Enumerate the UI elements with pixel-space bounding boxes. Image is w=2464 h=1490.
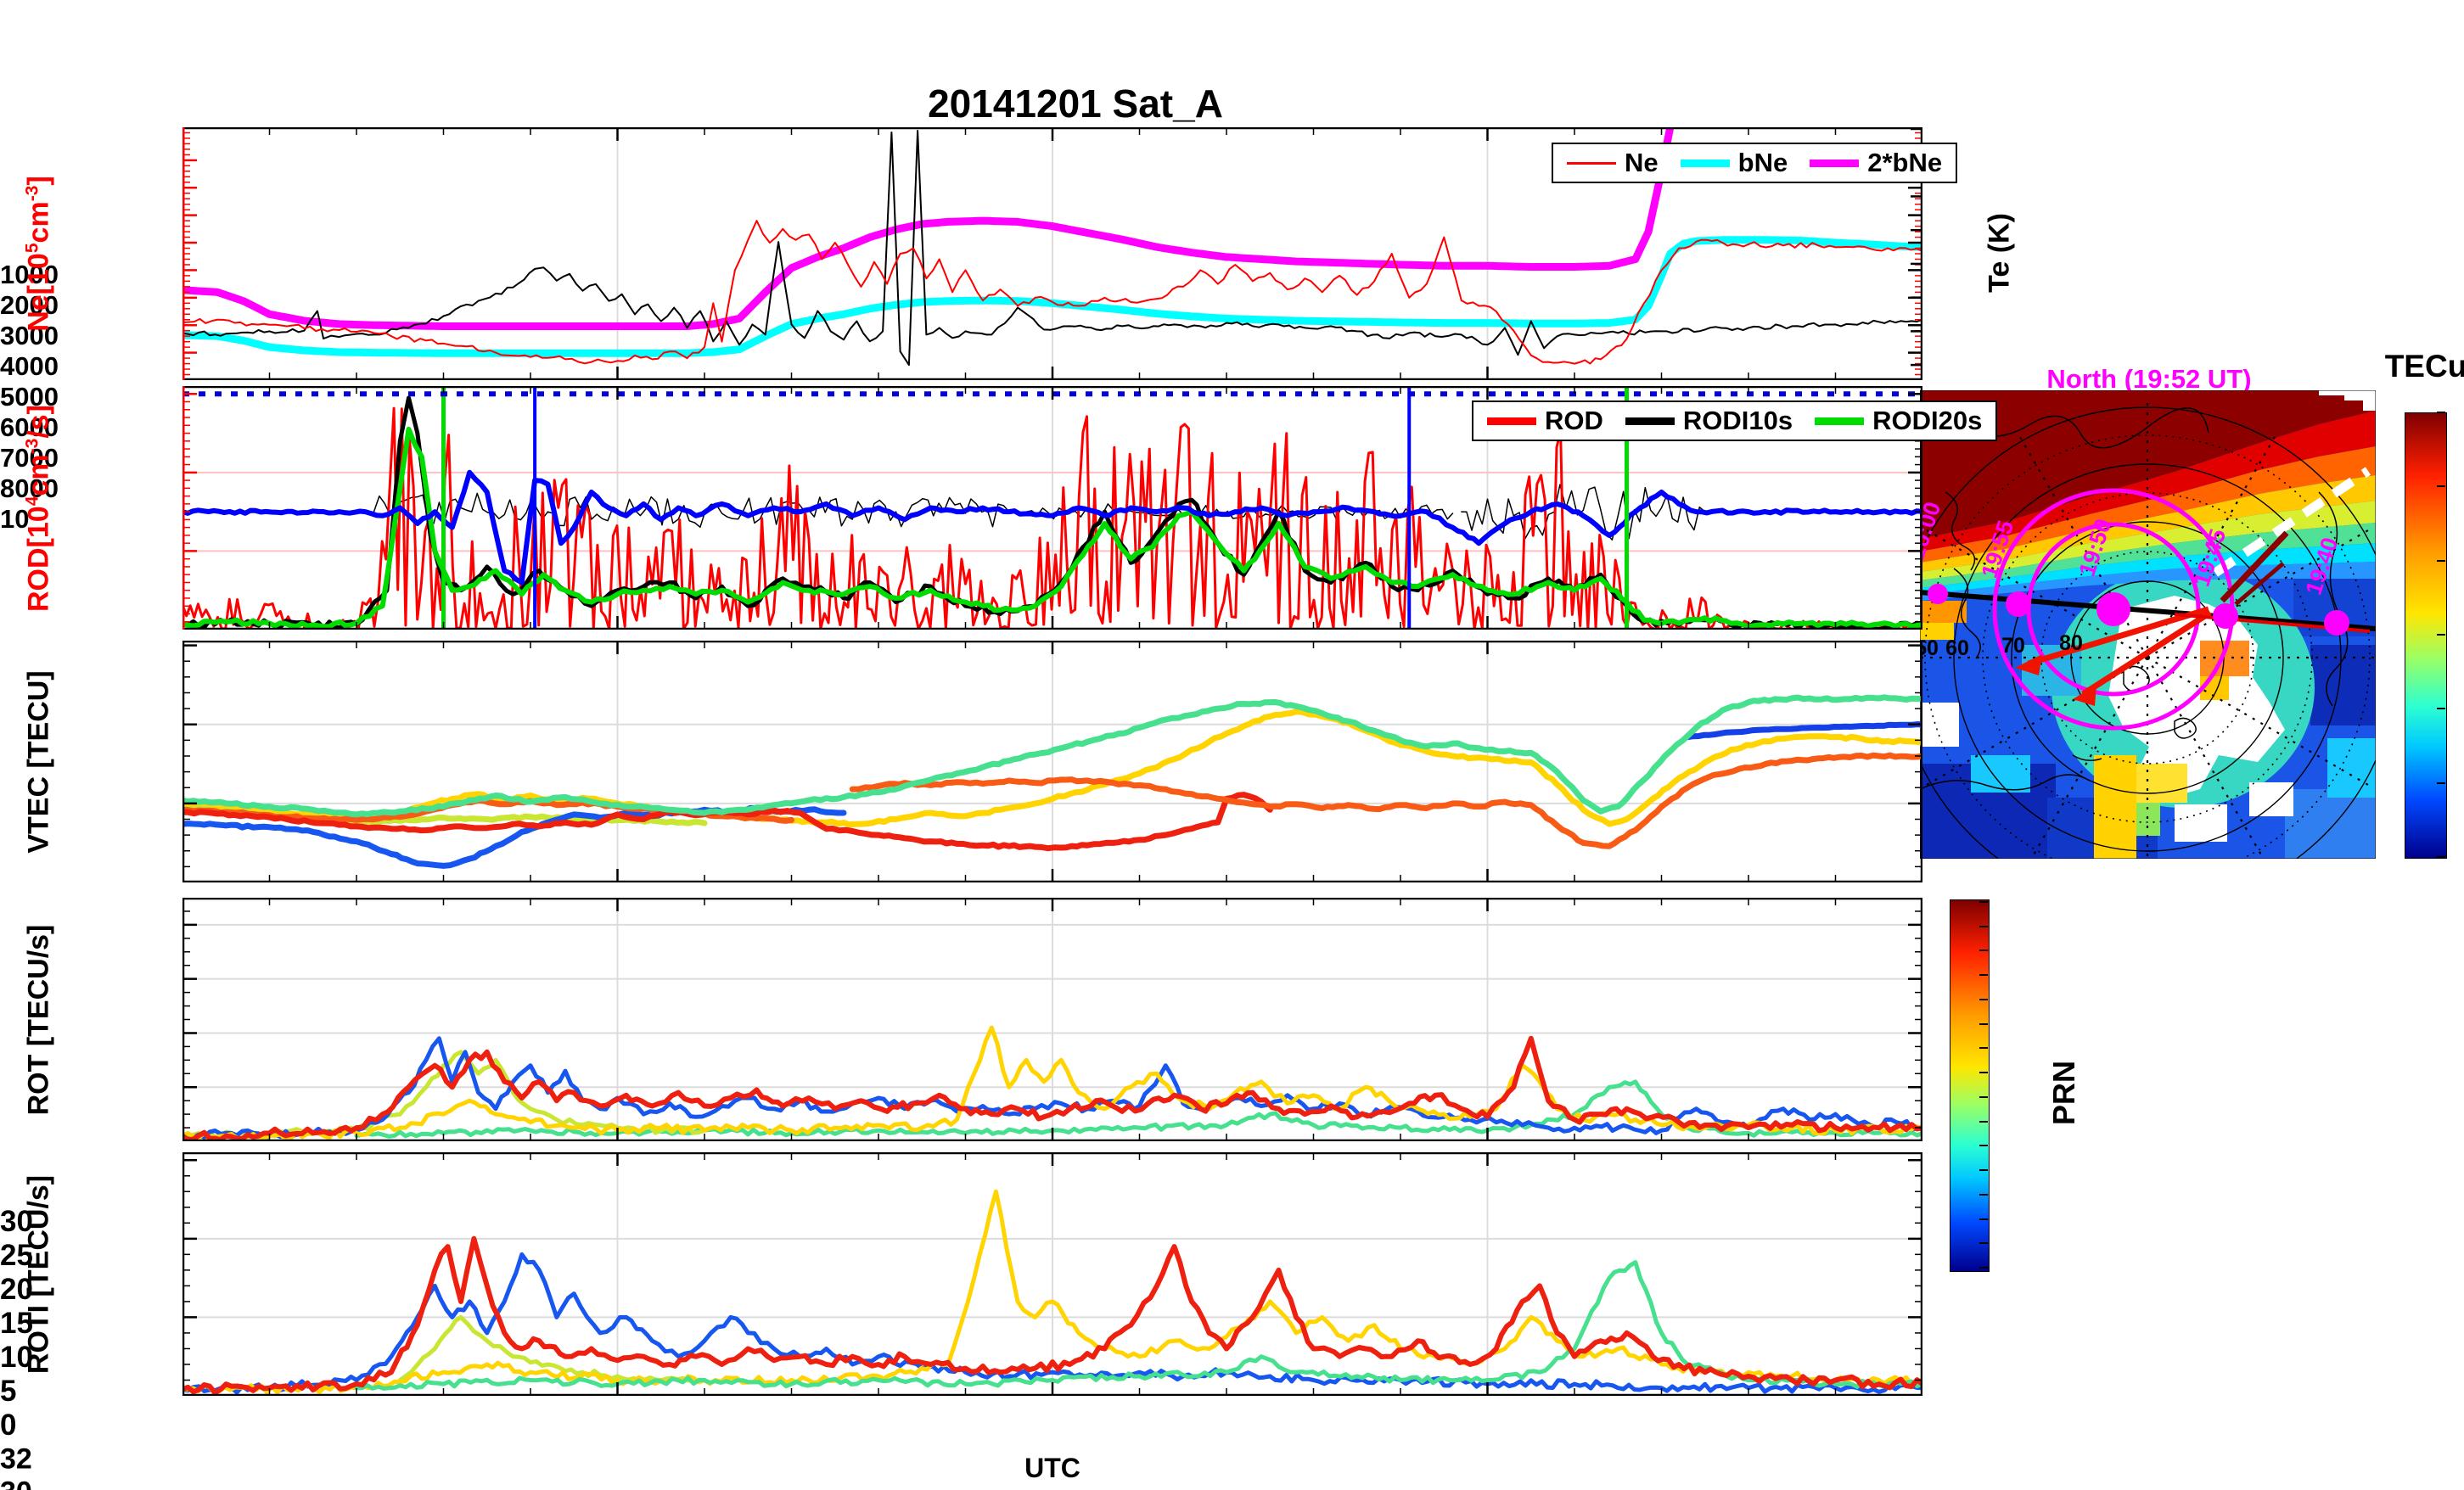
series-vtec-PRN_orange_b: [849, 752, 1922, 849]
legend-line-sample: [1815, 417, 1865, 425]
tec-cbar-tickmark: [2437, 708, 2445, 710]
xtick-19:50: 19:50: [0, 1130, 1232, 1161]
legend-line-sample: [1625, 417, 1675, 425]
lat-label-70: 70: [2001, 634, 2025, 658]
prn-cbar-tickmark: [1979, 1169, 1988, 1172]
xtick-19:40: 19:40: [0, 1069, 1232, 1100]
ytick-right-1000: 1000: [0, 260, 59, 289]
ylabel-rod: ROD[104cm-3/s]: [22, 404, 55, 612]
legend-line-sample: [1680, 159, 1730, 167]
legend-ne_te: Ne bNe 2*bNe: [1552, 143, 1958, 183]
legend-line-sample: [1567, 161, 1616, 165]
legend-line-sample: [1810, 159, 1860, 167]
legend-entry-RODI20s: RODI20s: [1815, 406, 1982, 436]
lat-label-80: 80: [2059, 631, 2083, 655]
legend-rod: ROD RODI10s RODI20s: [1472, 401, 1998, 441]
tec-cbar-tickmark: [2437, 412, 2445, 413]
tec-cbar-tick-0: 0: [0, 1409, 17, 1442]
ytick-right-3000: 3000: [0, 321, 59, 350]
prn-cbar-tickmark: [1979, 1242, 1988, 1245]
legend-entry-2*bNe: 2*bNe: [1810, 148, 1942, 178]
tec-cbar-tick-5: 5: [0, 1375, 17, 1408]
legend-entry-ROD: ROD: [1487, 406, 1603, 436]
tec-cbar-tickmark: [2437, 856, 2445, 858]
ylabel-vtec: VTEC [TECU]: [22, 669, 55, 854]
xtick-19:55: 19:55: [0, 1161, 1232, 1191]
tec-cbar-tickmark: [2437, 485, 2445, 488]
prn-cbar-tick-30: 30: [0, 1476, 2464, 1490]
legend-entry-RODI10s: RODI10s: [1625, 406, 1793, 436]
xtick-19:45: 19:45: [0, 1100, 1232, 1130]
figure-title: 20141201 Sat_A: [928, 81, 1223, 126]
series-rod-mid_noise_c: [1461, 484, 1706, 541]
panel-vtec: [182, 641, 1922, 882]
ytick-right-2000: 2000: [0, 290, 59, 320]
tec-cbar-tickmark: [2437, 634, 2445, 636]
prn-colorbar-label: PRN: [2046, 1060, 2081, 1126]
prn-cbar-tickmark: [1979, 1095, 1988, 1098]
tec-cbar-tick-10: 10: [0, 1341, 33, 1374]
prn-cbar-tickmark: [1979, 1145, 1988, 1147]
tec-cbar-tickmark: [2437, 559, 2445, 562]
figure-canvas: 20141201 Sat_A UTC Te (K) North (19:52 U…: [0, 0, 2464, 1490]
legend-line-sample: [1487, 417, 1536, 425]
ytick-right-4000: 4000: [0, 351, 59, 381]
tec-cbar-tick-20: 20: [0, 1273, 33, 1306]
prn-cbar-tickmark: [1979, 974, 1988, 977]
legend-entry-Ne: Ne: [1567, 148, 1659, 178]
ylabel-ne_te: Ne[105cm-3]: [22, 176, 55, 332]
prn-cbar-tickmark: [1979, 949, 1988, 952]
legend-entry-bNe: bNe: [1680, 148, 1788, 178]
prn-cbar-tick-32: 32: [0, 1442, 32, 1476]
prn-cbar-tickmark: [1979, 1120, 1988, 1123]
prn-cbar-tickmark: [1979, 1218, 1988, 1220]
tec-cbar-tick-30: 30: [0, 1205, 33, 1238]
prn-cbar-tickmark: [1979, 1072, 1988, 1074]
prn-cbar-tickmark: [1979, 1047, 1988, 1050]
tec-cbar-tick-25: 25: [0, 1239, 33, 1272]
lat-label-60: 60: [1945, 636, 1969, 660]
prn-cbar-tickmark: [1979, 901, 1988, 903]
prn-cbar-tickmark: [1979, 1267, 1988, 1269]
lat-label-50: 50: [1920, 636, 1939, 660]
tec-cbar-tickmark: [2437, 781, 2445, 784]
prn-cbar-tickmark: [1979, 1022, 1988, 1025]
prn-cbar-tickmark: [1979, 925, 1988, 927]
prn-cbar-tickmark: [1979, 1193, 1988, 1196]
tec-cbar-tick-15: 15: [0, 1307, 33, 1340]
prn-cbar-tickmark: [1979, 998, 1988, 1000]
